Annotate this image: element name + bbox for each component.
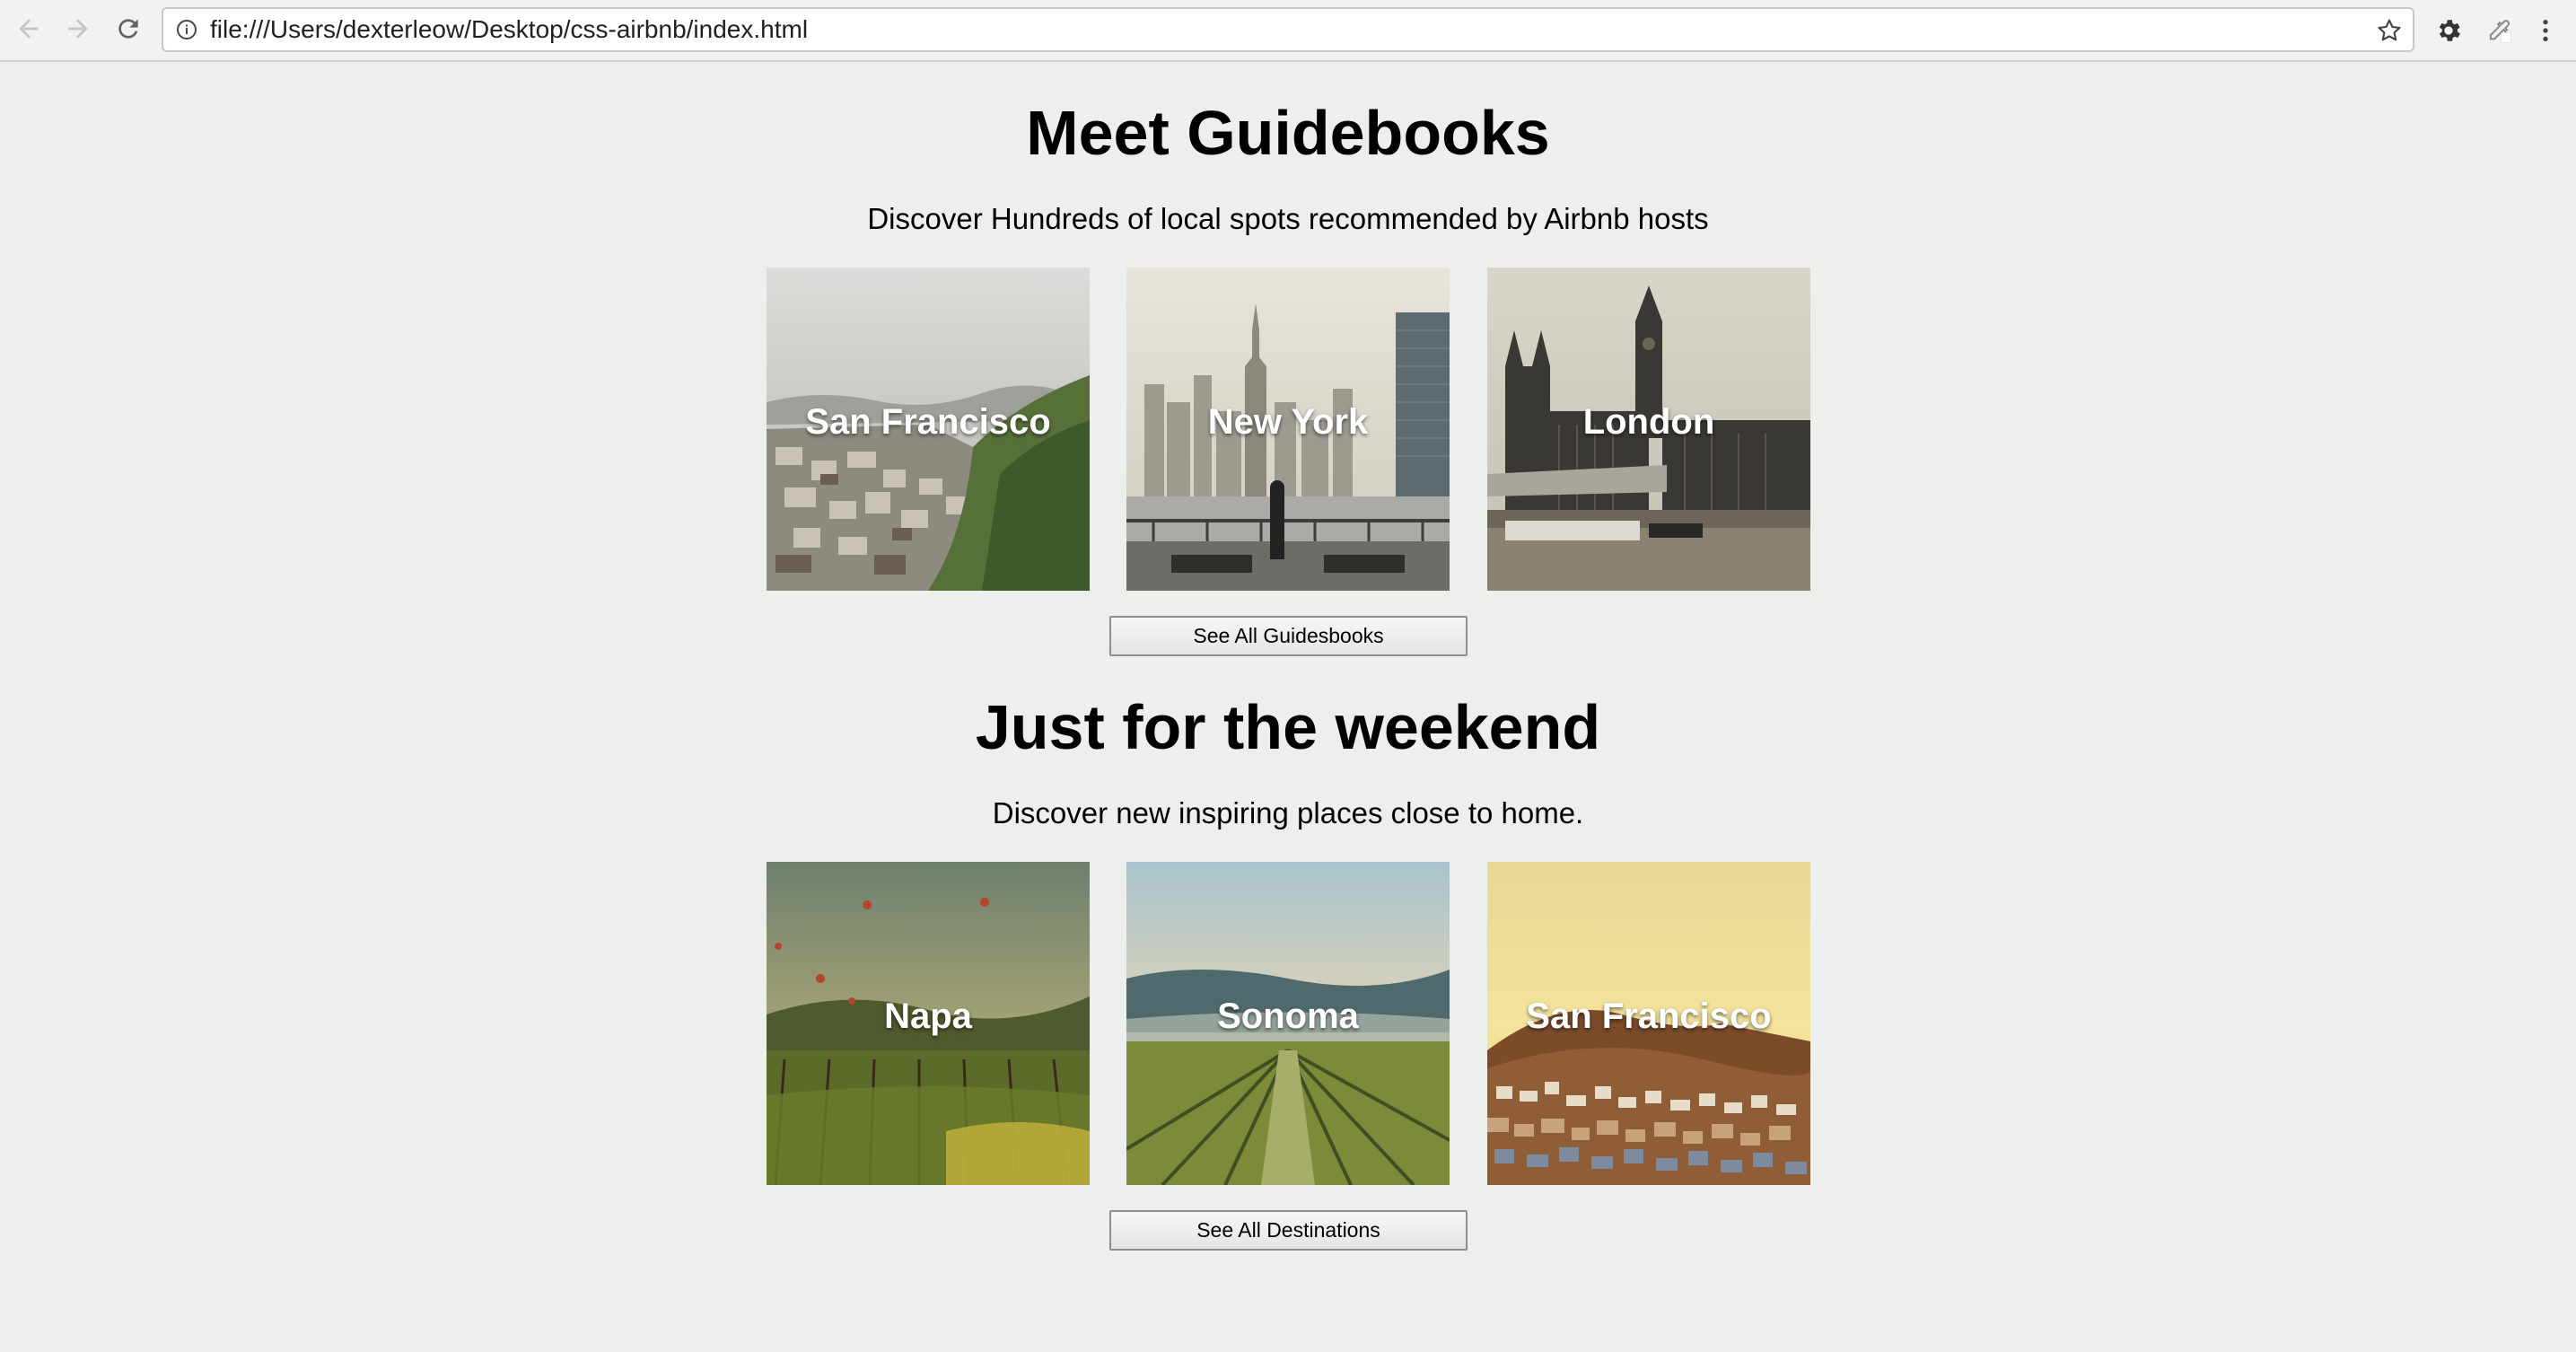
card-label: New York xyxy=(1207,402,1369,442)
reload-button[interactable] xyxy=(110,11,146,47)
forward-arrow-icon xyxy=(68,19,88,39)
gear-icon xyxy=(2439,20,2460,41)
guidebooks-heading: Meet Guidebooks xyxy=(1026,98,1550,168)
card-label: San Francisco xyxy=(805,402,1051,442)
guidebook-card-london[interactable]: London xyxy=(1487,268,1810,591)
weekend-section: Just for the weekend Discover new inspir… xyxy=(0,691,2576,831)
url-text[interactable]: file:///Users/dexterleow/Desktop/css-air… xyxy=(210,9,808,50)
browser-menu-button[interactable] xyxy=(2528,13,2563,48)
guidebooks-section: Meet Guidebooks Discover Hundreds of loc… xyxy=(0,97,2576,237)
destination-card-napa[interactable]: Napa xyxy=(767,862,1090,1185)
more-vert-icon xyxy=(2543,20,2548,41)
weekend-heading: Just for the weekend xyxy=(975,692,1601,762)
guidebook-card-san-francisco[interactable]: San Francisco xyxy=(767,268,1090,591)
info-icon[interactable] xyxy=(176,19,197,40)
bookmark-star-icon[interactable] xyxy=(2375,16,2404,45)
card-label: Napa xyxy=(884,996,972,1036)
back-arrow-icon xyxy=(19,19,39,39)
see-all-guidebooks-button[interactable]: See All Guidesbooks xyxy=(1109,616,1468,656)
guidebooks-subtitle: Discover Hundreds of local spots recomme… xyxy=(867,202,1709,235)
guidebooks-card-row: San Francisco New York London xyxy=(0,268,2576,591)
weekend-subtitle: Discover new inspiring places close to h… xyxy=(992,796,1584,830)
card-label: London xyxy=(1582,402,1715,442)
browser-toolbar: file:///Users/dexterleow/Desktop/css-air… xyxy=(0,0,2576,62)
destination-card-san-francisco[interactable]: San Francisco xyxy=(1487,862,1810,1185)
weekend-card-row: Napa Sonoma San Francisco xyxy=(0,862,2576,1185)
guidebook-card-new-york[interactable]: New York xyxy=(1126,268,1450,591)
forward-button[interactable] xyxy=(60,11,96,47)
card-label: Sonoma xyxy=(1217,996,1359,1036)
card-label: San Francisco xyxy=(1526,996,1772,1036)
address-bar[interactable]: file:///Users/dexterleow/Desktop/css-air… xyxy=(162,7,2414,52)
see-all-destinations-button[interactable]: See All Destinations xyxy=(1109,1210,1468,1251)
eyedropper-extension-button[interactable] xyxy=(2481,13,2517,48)
eyedropper-icon xyxy=(2489,20,2511,43)
reload-icon xyxy=(118,19,138,39)
back-button[interactable] xyxy=(11,11,47,47)
extension-settings-button[interactable] xyxy=(2431,13,2466,48)
destination-card-sonoma[interactable]: Sonoma xyxy=(1126,862,1450,1185)
